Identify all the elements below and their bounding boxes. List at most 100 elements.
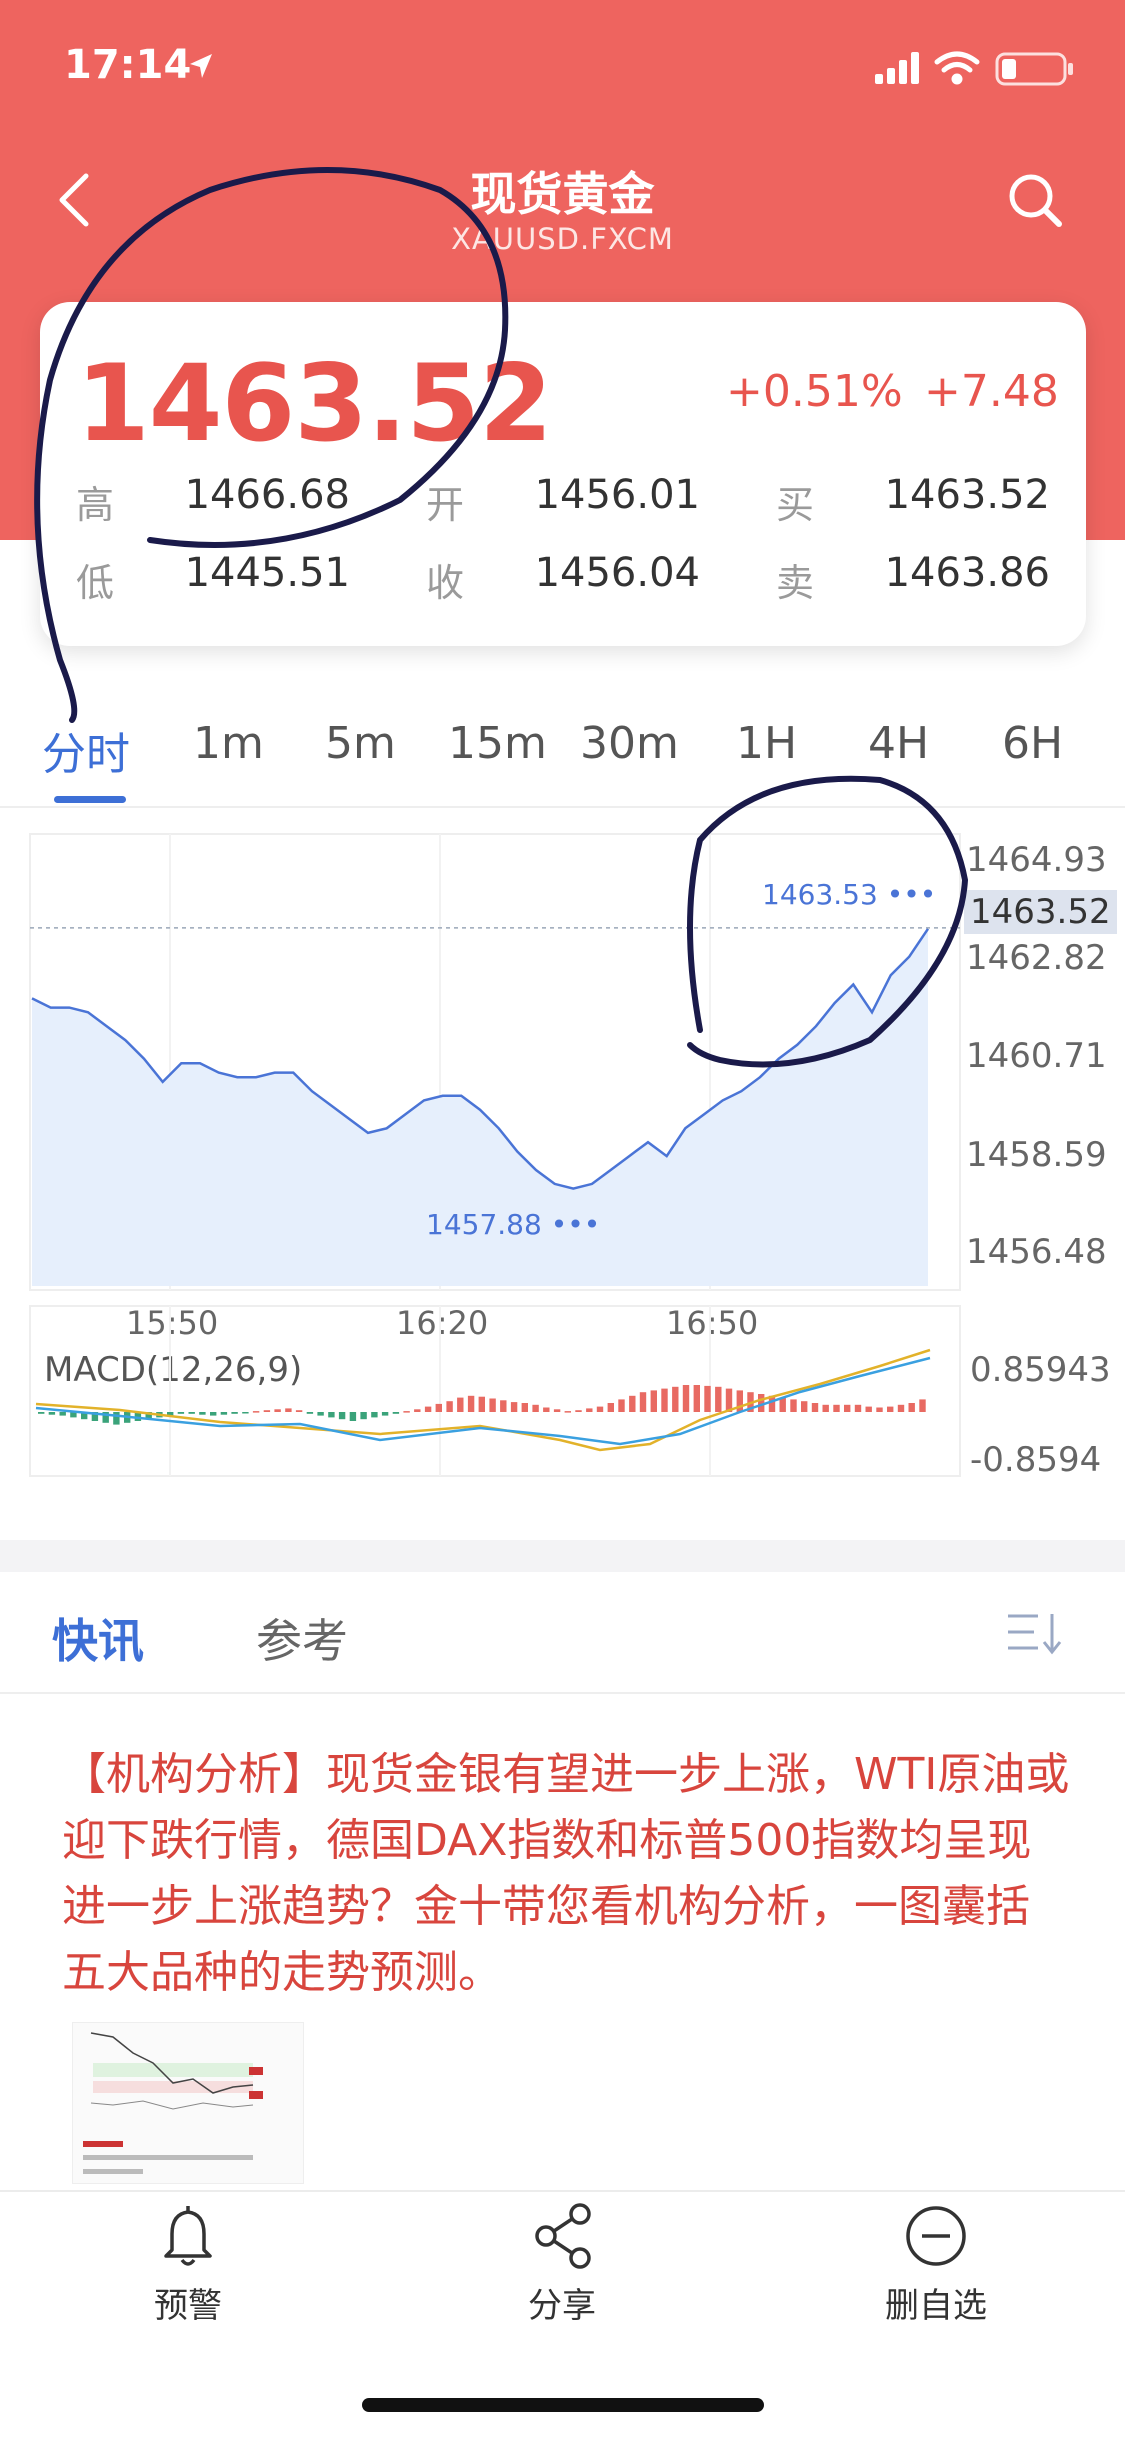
- y-tick: 1464.93: [966, 840, 1107, 881]
- macd-bar: [199, 1412, 206, 1415]
- macd-bar: [575, 1410, 582, 1412]
- low-value: 1445.51: [184, 550, 350, 596]
- macd-bar: [381, 1412, 389, 1416]
- macd-bar: [510, 1402, 518, 1412]
- macd-bar: [446, 1401, 453, 1412]
- macd-bar: [188, 1412, 195, 1414]
- tab-15m[interactable]: 15m: [448, 718, 547, 769]
- remove-watchlist-label: 删自选: [885, 2286, 987, 2326]
- macd-bar: [801, 1401, 808, 1412]
- macd-bar: [618, 1399, 625, 1412]
- macd-bar: [263, 1410, 271, 1412]
- macd-bar: [564, 1411, 571, 1413]
- macd-chart[interactable]: [0, 1300, 1125, 1480]
- tab-divider: [0, 806, 1125, 808]
- tab-1m[interactable]: 1m: [193, 718, 264, 769]
- tab-30m[interactable]: 30m: [580, 718, 679, 769]
- open-value: 1456.01: [534, 472, 700, 518]
- close-label: 收: [426, 561, 465, 605]
- macd-bar: [908, 1403, 915, 1412]
- macd-bar: [48, 1412, 56, 1415]
- tab-6h[interactable]: 6H: [1002, 718, 1063, 769]
- macd-bar: [457, 1397, 464, 1412]
- macd-bar: [403, 1411, 410, 1413]
- macd-bar: [693, 1385, 700, 1412]
- macd-bar: [467, 1395, 475, 1412]
- macd-bar: [252, 1411, 260, 1413]
- macd-bar: [424, 1406, 432, 1412]
- macd-bar: [639, 1392, 647, 1412]
- high-value: 1466.68: [184, 472, 350, 518]
- active-tab-indicator: [54, 796, 126, 803]
- macd-bar: [532, 1404, 539, 1412]
- macd-bar: [371, 1412, 378, 1418]
- share-label: 分享: [528, 2286, 596, 2326]
- macd-bar: [500, 1400, 507, 1412]
- tab-reference[interactable]: 参考: [256, 1605, 348, 1671]
- macd-bar: [607, 1403, 614, 1412]
- macd-bar: [338, 1412, 346, 1420]
- current-price-tag: 1463.52: [964, 890, 1117, 934]
- min-price-annotation: 1457.88 •••: [426, 1208, 601, 1241]
- tab-timeshare[interactable]: 分时: [42, 718, 130, 782]
- tab-flash-news[interactable]: 快讯: [52, 1605, 144, 1671]
- page-title: 现货黄金: [470, 167, 655, 221]
- y-tick: 1456.48: [966, 1232, 1107, 1273]
- macd-bar: [360, 1412, 367, 1420]
- macd-bar: [242, 1412, 249, 1414]
- macd-bar: [704, 1385, 711, 1412]
- tab-4h[interactable]: 4H: [868, 718, 929, 769]
- max-price-annotation: 1463.53 •••: [762, 878, 937, 911]
- macd-bar: [285, 1408, 292, 1412]
- bell-icon: [164, 2206, 212, 2266]
- remove-watchlist-button[interactable]: [836, 2200, 1036, 2274]
- macd-bar: [682, 1385, 690, 1412]
- macd-bar: [661, 1388, 668, 1412]
- tab-5m[interactable]: 5m: [325, 718, 396, 769]
- macd-bar: [543, 1407, 550, 1412]
- macd-bar: [790, 1399, 797, 1412]
- macd-bar: [833, 1404, 840, 1412]
- macd-bar: [629, 1395, 636, 1412]
- alert-button[interactable]: [88, 2200, 288, 2274]
- tab-1h[interactable]: 1H: [736, 718, 797, 769]
- macd-bar: [231, 1412, 238, 1414]
- macd-bar: [295, 1410, 303, 1412]
- location-arrow-icon: [190, 54, 212, 78]
- macd-bar: [435, 1403, 442, 1412]
- macd-bar: [521, 1403, 528, 1412]
- symbol-code: XAUUSD.FXCM: [451, 222, 674, 256]
- macd-bar: [650, 1390, 657, 1412]
- share-icon: [535, 2203, 591, 2269]
- change-percent: +0.51%: [726, 366, 903, 417]
- news-divider: [0, 1692, 1125, 1694]
- macd-bar: [38, 1412, 45, 1414]
- news-thumbnail[interactable]: [72, 2022, 304, 2184]
- macd-bar: [414, 1409, 421, 1412]
- cellular-signal-icon: [875, 52, 919, 84]
- macd-bar: [887, 1406, 894, 1412]
- battery-icon: [995, 52, 1073, 86]
- macd-bar: [596, 1406, 604, 1412]
- macd-bar: [844, 1404, 851, 1412]
- bid-label: 买: [776, 483, 815, 527]
- news-headline[interactable]: 【机构分析】现货金银有望进一步上涨，WTI原油或迎下跌行情，德国DAX指数和标普…: [62, 1742, 1072, 2006]
- macd-bar: [586, 1408, 593, 1412]
- y-tick: 1460.71: [966, 1036, 1107, 1077]
- macd-bar: [553, 1409, 561, 1412]
- wifi-icon: [934, 51, 980, 85]
- macd-bar: [811, 1403, 819, 1412]
- search-button[interactable]: [1005, 170, 1065, 230]
- status-icons: [875, 51, 1073, 86]
- remove-circle-icon: [906, 2206, 966, 2266]
- change-value: +7.48: [924, 366, 1059, 417]
- macd-bar: [478, 1396, 485, 1412]
- macd-bar: [113, 1412, 120, 1425]
- share-button[interactable]: [462, 2200, 662, 2274]
- ask-label: 卖: [776, 561, 815, 605]
- open-label: 开: [426, 483, 465, 527]
- ask-value: 1463.86: [884, 550, 1050, 596]
- y-tick: 1458.59: [966, 1134, 1107, 1175]
- sort-list-icon[interactable]: [1004, 1610, 1066, 1658]
- chart-thumbnail-image: [83, 2032, 263, 2174]
